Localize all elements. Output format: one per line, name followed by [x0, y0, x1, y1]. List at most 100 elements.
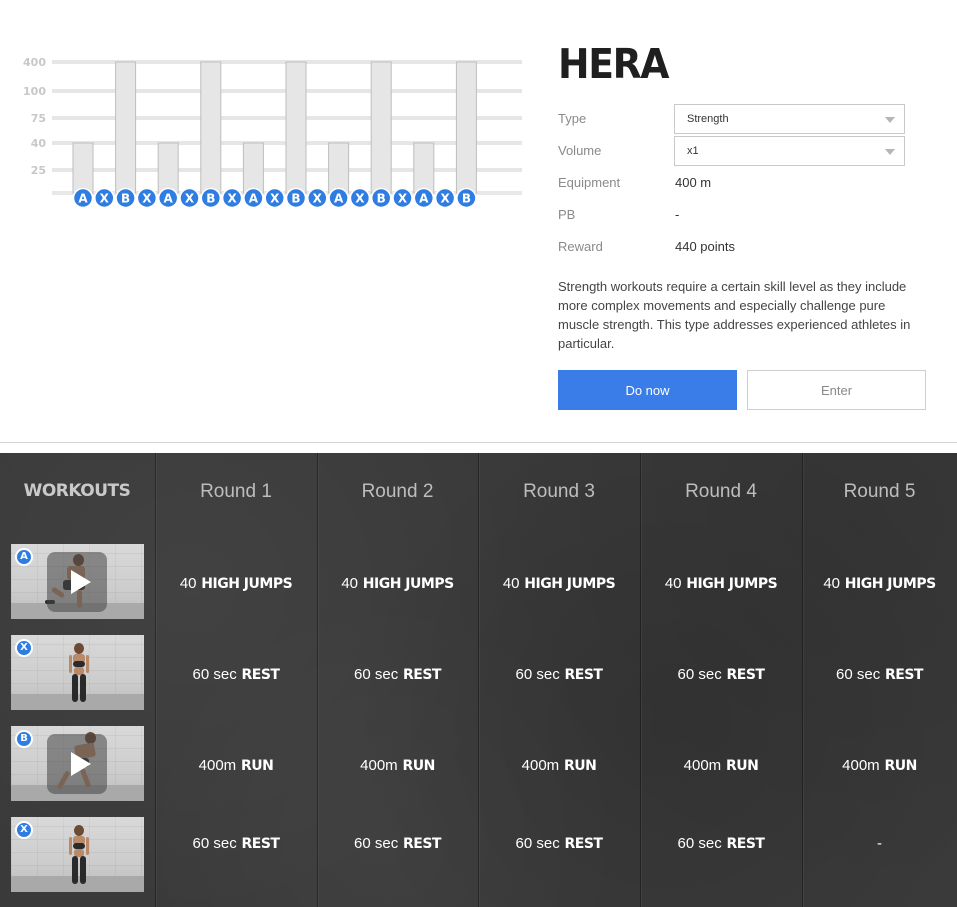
- cell-quantity: 400m: [683, 757, 722, 774]
- badge-letter: X: [270, 192, 280, 206]
- exercise-thumbnail-x[interactable]: X: [11, 817, 144, 892]
- badge-letter: X: [100, 192, 110, 206]
- play-icon: [71, 752, 91, 776]
- exercise-thumbnail-b[interactable]: B: [11, 726, 144, 801]
- round-cell: 40 HIGH JUMPS: [640, 574, 802, 592]
- chart-badge-x: X: [179, 187, 200, 209]
- chart-bar: [413, 142, 435, 194]
- chart-badge-a: A: [243, 187, 264, 209]
- chart-badge-x: X: [94, 187, 115, 209]
- tick-label: 100: [23, 85, 46, 98]
- round-header: Round 2: [361, 481, 434, 502]
- chart-bar: [455, 61, 477, 194]
- chart-bar: [72, 142, 94, 194]
- chart-bar: [115, 61, 137, 194]
- cell-activity: HIGH JUMPS: [686, 576, 778, 592]
- badge-letter: A: [334, 192, 344, 206]
- round-cell: 60 sec REST: [478, 834, 640, 852]
- chart-bar: [242, 142, 264, 194]
- type-select[interactable]: Strength: [674, 104, 905, 134]
- workout-detail-section: 400 100 75 40 25 A X B X A X B X A X B X A X B X A X B HERA Typ…: [0, 0, 957, 442]
- play-icon: [71, 570, 91, 594]
- cell-activity: RUN: [563, 758, 597, 774]
- chart-badge-b: B: [456, 187, 477, 209]
- cell-quantity: -: [877, 835, 882, 852]
- cell-activity: REST: [241, 836, 280, 852]
- enter-button[interactable]: Enter: [747, 370, 926, 410]
- cell-activity: HIGH JUMPS: [844, 576, 936, 592]
- badge-letter: X: [227, 192, 237, 206]
- chart-badge-x: X: [434, 187, 456, 209]
- round-cell: -: [802, 834, 957, 852]
- chart-badge-b: B: [285, 187, 307, 209]
- info-value-pb: -: [675, 207, 680, 222]
- volume-select[interactable]: x1: [674, 136, 905, 166]
- cell-activity: REST: [564, 836, 603, 852]
- chart-badge-x: X: [307, 187, 328, 209]
- cell-quantity: 60 sec: [354, 666, 399, 683]
- workout-table: WORKOUTS Round 1 Round 2 Round 3 Round 4 Rou…: [0, 453, 957, 907]
- workout-description: Strength workouts require a certain skil…: [558, 279, 911, 351]
- chart-badge-x: X: [221, 187, 243, 209]
- do-now-button[interactable]: Do now: [558, 370, 737, 410]
- exercise-thumbnail-x[interactable]: X: [11, 635, 144, 710]
- chart-badge-a: A: [413, 187, 435, 209]
- play-button[interactable]: [47, 734, 107, 794]
- info-value-reward: 440 points: [675, 239, 735, 254]
- exercise-letter-badge: B: [15, 730, 33, 748]
- chevron-down-icon: [885, 117, 895, 123]
- badge-letter: B: [462, 192, 471, 206]
- badge-letter: X: [142, 192, 152, 206]
- cell-activity: RUN: [240, 758, 274, 774]
- cell-quantity: 60 sec: [515, 835, 560, 852]
- chart-badge-x: X: [136, 187, 158, 209]
- badge-letter: A: [78, 192, 88, 206]
- cell-quantity: 60 sec: [515, 666, 560, 683]
- cell-activity: REST: [726, 836, 765, 852]
- cell-activity: HIGH JUMPS: [201, 576, 293, 592]
- chart-badge-x: X: [349, 187, 371, 209]
- exercise-letter-badge: X: [15, 639, 33, 657]
- badge-letter: X: [440, 192, 450, 206]
- cell-quantity: 40: [502, 575, 520, 592]
- badge-letter: B: [206, 192, 215, 206]
- cell-activity: RUN: [725, 758, 759, 774]
- exercise-letter-badge: X: [15, 821, 33, 839]
- round-cell: 400m RUN: [802, 756, 957, 774]
- chart-badge-b: B: [200, 187, 222, 209]
- cell-quantity: 400m: [521, 757, 560, 774]
- round-cell: 60 sec REST: [478, 665, 640, 683]
- round-cell: 60 sec REST: [640, 665, 802, 683]
- tick-label: 40: [31, 137, 47, 150]
- athlete-figure: [69, 825, 89, 885]
- round-header: Round 1: [200, 481, 272, 502]
- cell-activity: REST: [403, 836, 441, 852]
- cell-activity: REST: [564, 667, 603, 683]
- round-cell: 400m RUN: [317, 756, 478, 774]
- badge-letter: X: [355, 192, 365, 206]
- play-button[interactable]: [47, 552, 107, 612]
- round-cell: 40 HIGH JUMPS: [802, 574, 957, 592]
- cell-activity: REST: [726, 667, 765, 683]
- round-header: Round 4: [685, 481, 757, 502]
- round-cell: 60 sec REST: [317, 665, 478, 683]
- type-select-value: Strength: [687, 113, 729, 125]
- cell-quantity: 60 sec: [192, 666, 237, 683]
- cell-quantity: 60 sec: [192, 835, 237, 852]
- cell-activity: REST: [403, 667, 441, 683]
- workout-chart: 400100754025A X B X A X B X A X B X A X B X A X B: [23, 56, 522, 209]
- round-cell: 60 sec REST: [802, 665, 957, 683]
- badge-letter: A: [249, 192, 259, 206]
- exercise-thumbnail-a[interactable]: A: [11, 544, 144, 619]
- volume-select-value: x1: [687, 145, 699, 157]
- round-cell: 60 sec REST: [155, 665, 317, 683]
- round-cell: 400m RUN: [478, 756, 640, 774]
- chart-badge-x: X: [392, 187, 413, 209]
- badge-letter: A: [164, 192, 174, 206]
- round-cell: 40 HIGH JUMPS: [317, 574, 478, 592]
- info-label-equipment: Equipment: [558, 175, 621, 190]
- info-label-type: Type: [558, 111, 587, 126]
- badge-letter: A: [419, 192, 429, 206]
- section-divider: [0, 442, 957, 443]
- cell-quantity: 40: [179, 575, 197, 592]
